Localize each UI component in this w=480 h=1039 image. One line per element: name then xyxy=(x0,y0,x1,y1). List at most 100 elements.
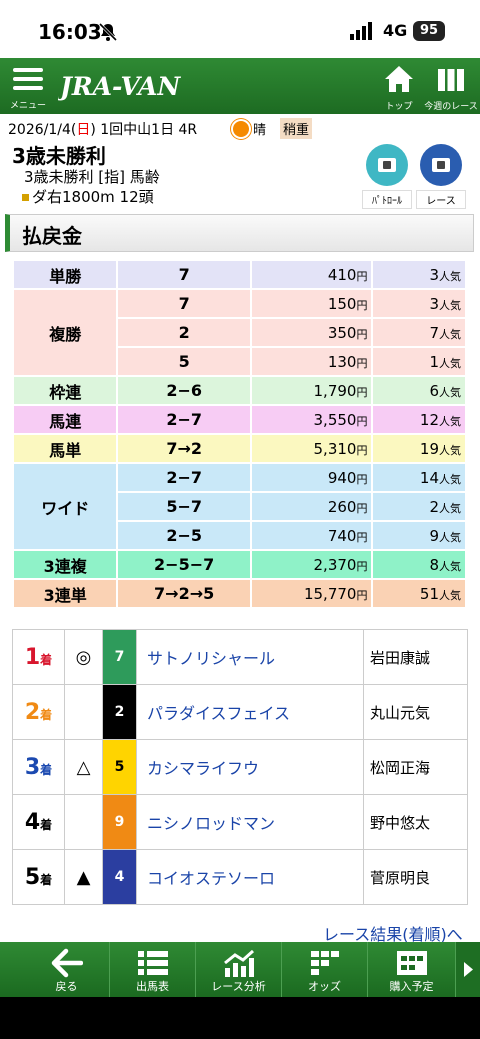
section-title: 払戻金 xyxy=(22,224,82,248)
bet-type: 複勝 xyxy=(11,288,119,377)
bet-type: 単勝 xyxy=(11,259,119,290)
popularity: 1人気 xyxy=(371,346,467,377)
video-camera-icon xyxy=(366,144,408,186)
payout-row: 馬連 2−7 3,550円 12人気 xyxy=(11,404,467,435)
jockey-name: 岩田康誠 xyxy=(363,629,468,685)
payout-row: 3連単 7→2→5 15,770円 51人気 xyxy=(11,578,467,609)
payout-amount: 740円 xyxy=(249,520,374,551)
race-video-button[interactable]: レース xyxy=(416,144,466,209)
this-week-races-button[interactable]: 今週のレース xyxy=(424,64,478,112)
popularity: 19人気 xyxy=(371,433,467,464)
bell-muted-icon xyxy=(98,22,118,42)
jockey-name: 菅原明良 xyxy=(363,849,468,905)
combination: 5 xyxy=(116,346,252,377)
race-course: ダ右1800m 12頭 xyxy=(22,186,154,207)
list-icon xyxy=(137,951,168,975)
horse-name-link[interactable]: ニシノロッドマン xyxy=(136,794,364,850)
combination: 7→2→5 xyxy=(116,578,252,609)
popularity: 6人気 xyxy=(371,375,467,406)
entries-button[interactable]: 出馬表 xyxy=(110,942,196,997)
race-conditions: 3歳未勝利 [指] 馬齢 xyxy=(24,168,160,186)
popularity: 14人気 xyxy=(371,462,467,493)
payout-amount: 940円 xyxy=(249,462,374,493)
results-table: 1着 ◎ 7 サトノリシャール 岩田康誠 2着 2 パラダイスフェイス 丸山元気 3着 △ 5 カシマラ… xyxy=(12,629,468,905)
bet-type: 3連単 xyxy=(11,578,119,609)
payout-amount: 3,550円 xyxy=(249,404,374,435)
menu-button[interactable]: メニュー xyxy=(8,66,48,112)
bottom-toolbar: 戻る 出馬表 レース分析 オッズ 購入予定 xyxy=(0,942,480,997)
prediction-mark xyxy=(64,794,103,850)
home-icon xyxy=(385,66,413,92)
payout-row: 枠連 2−6 1,790円 6人気 xyxy=(11,375,467,406)
back-button[interactable]: 戻る xyxy=(24,942,110,997)
popularity: 9人気 xyxy=(371,520,467,551)
bet-type: 3連複 xyxy=(11,549,119,580)
payout-amount: 260円 xyxy=(249,491,374,522)
bet-type: 馬連 xyxy=(11,404,119,435)
status-bar: 16:03 4G 95 xyxy=(0,0,480,62)
signal-icon xyxy=(350,22,372,40)
track-condition-badge: 稍重 xyxy=(280,118,313,139)
bet-type: 馬単 xyxy=(11,433,119,464)
jockey-name: 松岡正海 xyxy=(363,739,468,795)
prediction-mark: △ xyxy=(64,739,103,795)
payout-amount: 350円 xyxy=(249,317,374,348)
jockey-name: 丸山元気 xyxy=(363,684,468,740)
horse-number: 7 xyxy=(102,629,137,685)
payout-row: 3連複 2−5−7 2,370円 8人気 xyxy=(11,549,467,580)
combination: 2−7 xyxy=(116,404,252,435)
hamburger-icon xyxy=(13,68,43,90)
system-nav-area xyxy=(0,997,480,1039)
scroll-right-button[interactable] xyxy=(456,942,480,997)
video-camera-icon xyxy=(420,144,462,186)
horse-number: 2 xyxy=(102,684,137,740)
payout-amount: 5,310円 xyxy=(249,433,374,464)
payout-amount: 150円 xyxy=(249,288,374,319)
combination: 7 xyxy=(116,288,252,319)
race-analysis-button[interactable]: レース分析 xyxy=(196,942,282,997)
columns-icon xyxy=(438,69,464,91)
popularity: 7人気 xyxy=(371,317,467,348)
payout-amount: 2,370円 xyxy=(249,549,374,580)
horse-name-link[interactable]: カシマライフウ xyxy=(136,739,364,795)
patrol-video-button[interactable]: ﾊﾟﾄﾛｰﾙ xyxy=(362,144,412,209)
battery-level: 95 xyxy=(413,21,445,41)
horse-number: 5 xyxy=(102,739,137,795)
payout-amount: 410円 xyxy=(249,259,374,290)
popularity: 2人気 xyxy=(371,491,467,522)
purchase-plan-button[interactable]: 購入予定 xyxy=(368,942,456,997)
race-video-label: レース xyxy=(416,190,466,209)
jockey-name: 野中悠太 xyxy=(363,794,468,850)
race-date: 2026/1/4(日) 1回中山1日 4R xyxy=(8,122,198,138)
popularity: 3人気 xyxy=(371,288,467,319)
payout-amount: 1,790円 xyxy=(249,375,374,406)
combination: 5−7 xyxy=(116,491,252,522)
result-row: 1着 ◎ 7 サトノリシャール 岩田康誠 xyxy=(12,629,468,685)
top-button[interactable]: トップ xyxy=(380,64,418,112)
payout-table: 単勝 7 410円 3人気 複勝 7 150円 3人気 2 350円 7人気 5 130円 1人気 枠連 2−… xyxy=(11,259,467,609)
ticket-icon xyxy=(396,951,427,975)
odds-button[interactable]: オッズ xyxy=(282,942,368,997)
horse-name-link[interactable]: サトノリシャール xyxy=(136,629,364,685)
popularity: 51人気 xyxy=(371,578,467,609)
race-title: 3歳未勝利 xyxy=(12,144,106,168)
patrol-label: ﾊﾟﾄﾛｰﾙ xyxy=(362,190,412,209)
bet-type: ワイド xyxy=(11,462,119,551)
horse-name-link[interactable]: パラダイスフェイス xyxy=(136,684,364,740)
finish-position: 2着 xyxy=(12,684,65,740)
horse-name-link[interactable]: コイオステソーロ xyxy=(136,849,364,905)
prediction-mark: ◎ xyxy=(64,629,103,685)
this-week-label: 今週のレース xyxy=(424,102,478,112)
combination: 2−6 xyxy=(116,375,252,406)
logo-text: JRA-VAN xyxy=(58,72,181,101)
popularity: 3人気 xyxy=(371,259,467,290)
combination: 7→2 xyxy=(116,433,252,464)
result-row: 4着 9 ニシノロッドマン 野中悠太 xyxy=(12,794,468,850)
back-arrow-icon xyxy=(51,948,83,978)
combination: 2 xyxy=(116,317,252,348)
jra-van-logo[interactable]: JRA-VAN xyxy=(58,68,198,102)
combination: 7 xyxy=(116,259,252,290)
payout-row: 複勝 7 150円 3人気 xyxy=(11,288,467,377)
payout-amount: 130円 xyxy=(249,346,374,377)
horse-number: 4 xyxy=(102,849,137,905)
